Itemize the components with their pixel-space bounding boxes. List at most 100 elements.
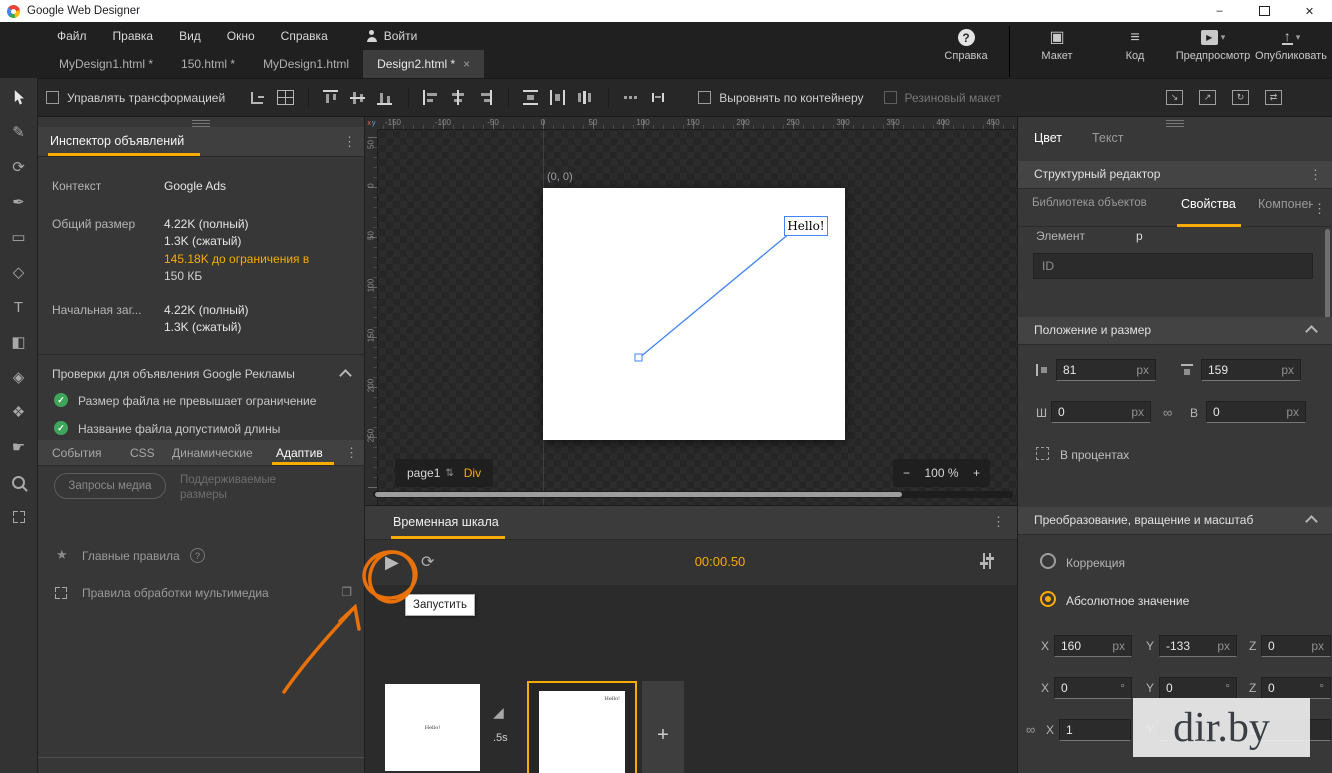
- media-queries-button[interactable]: Запросы медиа: [54, 473, 166, 499]
- sign-in-button[interactable]: Войти: [366, 29, 418, 43]
- panel-drag-handle-icon[interactable]: [1166, 120, 1184, 127]
- panel-scrollbar-thumb[interactable]: [1325, 229, 1330, 330]
- hand-tool[interactable]: ☛: [8, 436, 30, 458]
- brush-tool[interactable]: ✎: [8, 121, 30, 143]
- panel-drag-handle-icon[interactable]: [192, 120, 210, 127]
- tab-responsive[interactable]: Адаптив: [276, 446, 323, 460]
- preview-button[interactable]: ▶ ▾ Предпросмотр: [1174, 26, 1252, 77]
- fill-tool[interactable]: ◈: [8, 366, 30, 388]
- kebab-icon[interactable]: ⋮: [345, 445, 358, 461]
- gradient-tool[interactable]: ◧: [8, 331, 30, 353]
- menu-window[interactable]: Окно: [227, 29, 255, 43]
- swap-frame-icon[interactable]: ⇄: [1265, 90, 1282, 105]
- zoom-tool[interactable]: [8, 471, 30, 493]
- keyframe-thumbnail-1[interactable]: Hello!: [385, 684, 480, 771]
- kebab-icon[interactable]: ⋮: [343, 134, 356, 150]
- scale-x-field[interactable]: 1: [1059, 719, 1131, 741]
- play-icon[interactable]: ▶: [385, 550, 399, 574]
- position-x-field[interactable]: 81 px: [1056, 359, 1156, 381]
- doc-tab-mydesign1-a[interactable]: MyDesign1.html *: [45, 50, 167, 78]
- position-y-field[interactable]: 159 px: [1201, 359, 1301, 381]
- align-right-icon[interactable]: [477, 90, 494, 105]
- rotate-x-field[interactable]: 0 °: [1054, 677, 1132, 699]
- grid-icon[interactable]: [277, 90, 294, 105]
- distribute-center-icon[interactable]: [577, 90, 594, 105]
- spacing-vertical-icon[interactable]: [650, 90, 667, 105]
- id-input[interactable]: [1033, 253, 1313, 279]
- align-left-icon[interactable]: [423, 90, 440, 105]
- align-top-icon[interactable]: [323, 90, 340, 105]
- menu-file[interactable]: Файл: [57, 29, 87, 43]
- align-to-container-checkbox[interactable]: [698, 91, 711, 104]
- tab-close-icon[interactable]: ×: [463, 57, 470, 71]
- keyframe-thumbnail-2-selected[interactable]: Hello!: [527, 681, 637, 773]
- kebab-icon[interactable]: ⋮: [1313, 201, 1326, 217]
- easing-icon[interactable]: ◢: [493, 704, 504, 721]
- timeline-settings-icon[interactable]: [979, 553, 995, 569]
- loop-icon[interactable]: ⟳: [421, 552, 434, 572]
- refresh-frame-icon[interactable]: ↻: [1232, 90, 1249, 105]
- scrollbar-thumb[interactable]: [375, 492, 902, 497]
- shape-tool[interactable]: ◇: [8, 261, 30, 283]
- menu-view[interactable]: Вид: [179, 29, 201, 43]
- chevron-up-icon[interactable]: [1305, 515, 1318, 528]
- tab-library[interactable]: Библиотека объектов: [1032, 197, 1147, 209]
- tab-css[interactable]: CSS: [130, 446, 155, 460]
- insert-frame-icon[interactable]: ↘: [1166, 90, 1183, 105]
- extract-frame-icon[interactable]: ↗: [1199, 90, 1216, 105]
- menu-help[interactable]: Справка: [281, 29, 328, 43]
- help-button[interactable]: ? Справка: [923, 26, 1010, 77]
- tag-tool[interactable]: ❖: [8, 401, 30, 423]
- fullscreen-tool[interactable]: [8, 506, 30, 528]
- tab-color[interactable]: Цвет: [1034, 131, 1062, 145]
- tab-properties[interactable]: Свойства: [1181, 197, 1236, 211]
- distribute-horizontal-icon[interactable]: [550, 90, 567, 105]
- chevron-up-icon[interactable]: [339, 369, 352, 382]
- checks-title[interactable]: Проверки для объявления Google Рекламы: [52, 367, 295, 381]
- breadcrumb-element[interactable]: Div: [464, 466, 481, 480]
- transform-anchor-icon[interactable]: [250, 90, 267, 105]
- text-tool[interactable]: T: [8, 296, 30, 318]
- tab-dynamic[interactable]: Динамические: [172, 446, 253, 460]
- doc-tab-design2-active[interactable]: Design2.html * ×: [363, 50, 484, 78]
- add-keyframe-button[interactable]: +: [642, 681, 684, 773]
- align-middle-icon[interactable]: [350, 90, 367, 105]
- breadcrumb-page[interactable]: page1: [407, 466, 440, 480]
- rotate-3d-tool[interactable]: ⟳: [8, 156, 30, 178]
- canvas-area[interactable]: x y -150 -100 -50 0 50 100 150 200 250 3…: [365, 117, 1017, 505]
- rotate-y-field[interactable]: 0 °: [1159, 677, 1237, 699]
- zoom-in-icon[interactable]: +: [973, 466, 980, 480]
- close-window-icon[interactable]: ✕: [1287, 0, 1332, 22]
- spinner-icon[interactable]: ⇅: [445, 468, 453, 479]
- page-copy-icon[interactable]: ❐: [341, 585, 352, 599]
- fluid-layout-checkbox[interactable]: [884, 91, 897, 104]
- distribute-vertical-icon[interactable]: [523, 90, 540, 105]
- link-scale-icon[interactable]: ∞: [1026, 722, 1035, 737]
- horizontal-scrollbar[interactable]: [373, 491, 1013, 498]
- manage-transform-checkbox[interactable]: [46, 91, 59, 104]
- chevron-up-icon[interactable]: [1305, 325, 1318, 338]
- width-field[interactable]: 0 px: [1051, 401, 1151, 423]
- translate-y-field[interactable]: -133 px: [1159, 635, 1237, 657]
- canvas-element-hello[interactable]: Hello!: [784, 216, 828, 236]
- structure-editor-row[interactable]: Структурный редактор ⋮: [1018, 161, 1332, 189]
- zoom-out-icon[interactable]: −: [903, 466, 910, 480]
- correction-radio[interactable]: [1040, 553, 1056, 569]
- kebab-icon[interactable]: ⋮: [1309, 167, 1322, 183]
- eraser-tool[interactable]: ▭: [8, 226, 30, 248]
- height-field[interactable]: 0 px: [1206, 401, 1306, 423]
- align-center-icon[interactable]: [450, 90, 467, 105]
- main-rules-label[interactable]: Главные правила: [82, 549, 180, 563]
- publish-button[interactable]: ↑ ▾ Опубликовать: [1252, 26, 1330, 77]
- align-bottom-icon[interactable]: [377, 90, 394, 105]
- maximize-icon[interactable]: [1242, 0, 1287, 22]
- code-button[interactable]: ≡ Код: [1096, 26, 1174, 77]
- tab-component[interactable]: Компонент: [1258, 197, 1313, 211]
- doc-tab-150[interactable]: 150.html *: [167, 50, 249, 78]
- percent-checkbox[interactable]: [1036, 447, 1049, 460]
- translate-z-field[interactable]: 0 px: [1261, 635, 1331, 657]
- layout-button[interactable]: ▣ Макет: [1018, 26, 1096, 77]
- menu-edit[interactable]: Правка: [113, 29, 154, 43]
- tab-text[interactable]: Текст: [1092, 131, 1123, 145]
- pen-tool[interactable]: ✒: [8, 191, 30, 213]
